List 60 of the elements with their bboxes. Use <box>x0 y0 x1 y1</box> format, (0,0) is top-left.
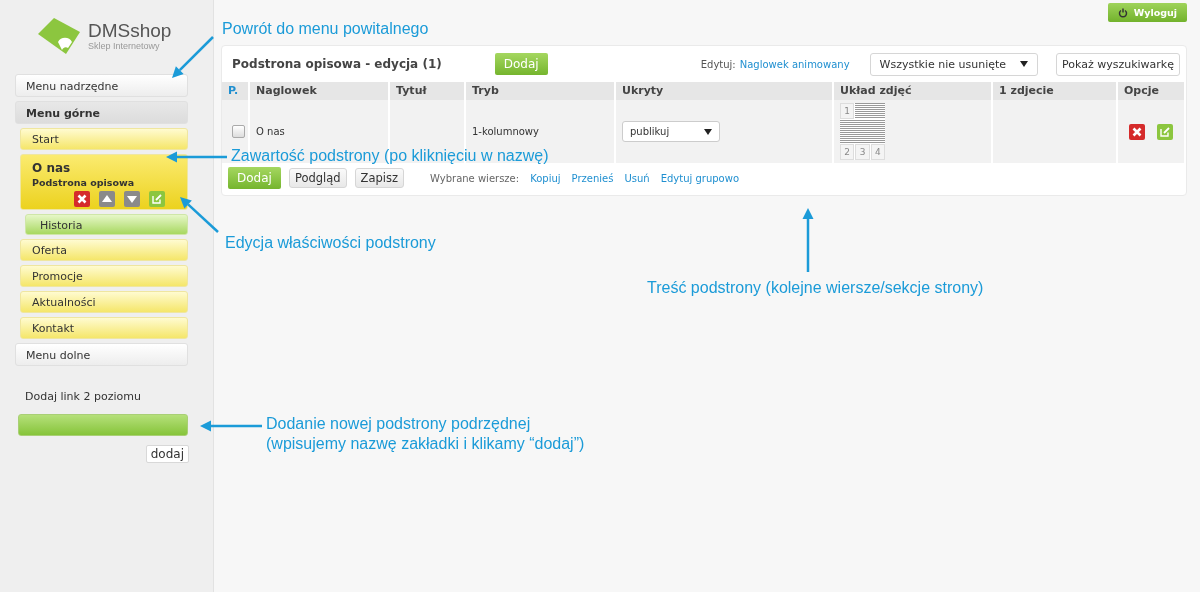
visibility-dropdown[interactable]: publikuj <box>622 121 720 142</box>
menu-item[interactable]: Menu nadrzędne <box>15 74 188 97</box>
selection-label: Wybrane wiersze: <box>430 172 520 184</box>
add-button[interactable]: dodaj <box>145 445 189 463</box>
action-link[interactable]: Przenieś <box>571 172 614 184</box>
toolbar-button[interactable]: Zapisz <box>354 168 405 188</box>
action-link[interactable]: Edytuj grupowo <box>660 172 739 184</box>
column-header: Naglowek <box>250 82 390 100</box>
photo-layout-drawing: 1 2 3 4 <box>840 103 885 160</box>
arrow <box>200 420 262 432</box>
arrow <box>180 197 219 233</box>
input-field[interactable] <box>18 414 188 436</box>
filter-dropdown[interactable]: Wszystkie nie usunięte <box>869 52 1039 76</box>
column-header: Układ zdjęć <box>834 82 993 100</box>
menu-item[interactable]: Promocje <box>20 265 188 287</box>
move-down-icon[interactable] <box>124 191 140 207</box>
action-link[interactable]: Kopiuj <box>530 172 561 184</box>
menu-item-label[interactable]: O nas <box>32 161 177 175</box>
menu-item[interactable]: Start <box>20 128 188 150</box>
action-link[interactable]: Usuń <box>624 172 650 184</box>
menu-item[interactable]: Kontakt <box>20 317 188 339</box>
search-toggle-button[interactable]: Pokaż wyszukiwarkę <box>1056 52 1180 76</box>
edit-icon[interactable] <box>1157 123 1173 140</box>
column-header: P. <box>222 82 250 100</box>
edit-icon[interactable] <box>149 191 165 207</box>
annotation-text: Zawartość podstrony (po kliknięciu w nazwę) <box>231 146 549 166</box>
move-up-icon[interactable] <box>99 191 115 207</box>
logo-name: DMSshop <box>88 21 172 41</box>
menu-item-type: Podstrona opisowa <box>32 177 136 188</box>
annotation-text: Treść podstrony (kolejne wiersze/sekcje strony) <box>647 278 984 298</box>
logo-icon <box>36 16 82 56</box>
column-header: Tryb <box>466 82 616 100</box>
menu-item[interactable]: Menu dolne <box>15 343 188 366</box>
delete-icon[interactable] <box>74 191 90 207</box>
panel-title: Podstrona opisowa - edycja (1) <box>232 57 442 71</box>
column-header: Opcje <box>1118 82 1186 100</box>
arrow <box>172 36 214 78</box>
row-checkbox[interactable] <box>232 125 245 138</box>
caret-icon <box>1020 61 1029 67</box>
field-label: Dodaj link 2 poziomu <box>25 390 142 405</box>
annotation-text: Powrót do menu powitalnego <box>222 19 429 39</box>
edit-link[interactable]: Naglowek animowany <box>739 58 850 70</box>
caret-icon <box>704 128 712 135</box>
arrow <box>802 208 814 272</box>
menu-item[interactable]: Historia <box>25 214 188 235</box>
menu-item[interactable]: Menu górne <box>15 101 188 124</box>
column-header: Ukryty <box>616 82 834 100</box>
column-header: 1 zdjecie <box>993 82 1118 100</box>
delete-icon[interactable] <box>1129 123 1145 140</box>
power-icon <box>1117 7 1128 18</box>
annotation-text: Edycja właściwości podstrony <box>225 233 436 253</box>
logo-tagline: Sklep Internetowy <box>88 41 160 51</box>
toolbar-button[interactable]: Podgląd <box>288 168 347 188</box>
menu-item[interactable]: O nas Podstrona opisowa <box>20 154 188 210</box>
column-header: Tytuł <box>390 82 466 100</box>
menu-item[interactable]: Oferta <box>20 239 188 261</box>
annotation-text: Dodanie nowej podstrony podrzędnej (wpisujemy nazwę zakładki i klikamy “dodaj”) <box>266 414 585 454</box>
menu-item[interactable]: Aktualności <box>20 291 188 313</box>
edit-label: Edytuj: <box>700 58 736 70</box>
arrow <box>166 151 227 163</box>
